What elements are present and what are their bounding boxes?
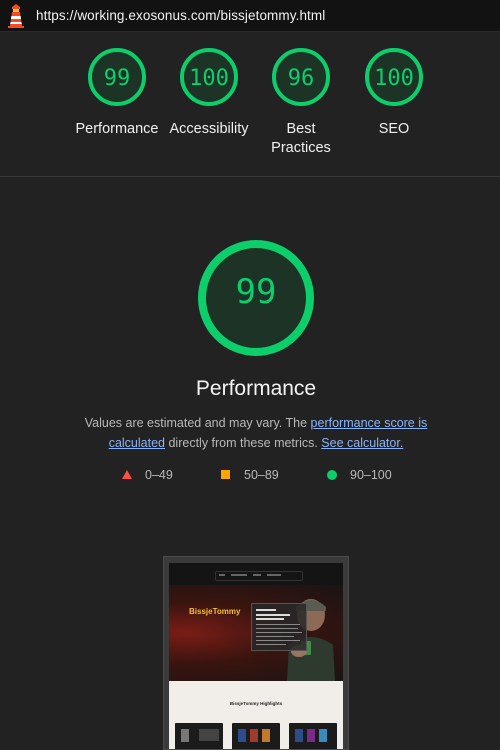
highlights-heading: BissjeTommy Highlights [229, 701, 283, 706]
highlight-tile [232, 723, 280, 749]
see-calculator-link[interactable]: See calculator. [321, 436, 403, 450]
category-summary: 99 Performance 100 Accessibility 96 Best… [0, 32, 500, 177]
gauge-score: 100 [374, 66, 414, 91]
final-screenshot[interactable]: BissjeTommy BissjeTommy Highlights [163, 556, 349, 750]
thumb-brand: BissjeTommy [189, 607, 241, 616]
gauge-label: Accessibility [169, 121, 249, 137]
gauge-performance[interactable]: 99 Performance [71, 46, 163, 139]
square-icon [221, 470, 230, 479]
gauge-accessibility[interactable]: 100 Accessibility [163, 46, 255, 139]
page-url[interactable]: https://working.exosonus.com/bissjetommy… [36, 8, 325, 23]
gauge-seo[interactable]: 100 SEO [348, 46, 440, 139]
gauge-score: 96 [287, 66, 315, 91]
screenshot-image: BissjeTommy BissjeTommy Highlights [169, 563, 343, 749]
triangle-icon [122, 470, 132, 479]
thumb-card [251, 603, 307, 651]
gauge-score: 100 [189, 66, 229, 91]
thumb-highlights: BissjeTommy Highlights [169, 681, 343, 749]
gauge-score: 99 [103, 66, 131, 91]
gauge-label: Best Practices [271, 121, 331, 156]
url-bar: https://working.exosonus.com/bissjetommy… [0, 0, 500, 32]
gauge-label: SEO [378, 121, 410, 137]
performance-title: Performance [195, 377, 317, 400]
highlight-tile [175, 723, 223, 749]
performance-gauge: 99 [196, 238, 316, 358]
performance-description: Values are estimated and may vary. The p… [84, 416, 428, 450]
lighthouse-icon [8, 4, 24, 28]
circle-icon [327, 470, 337, 480]
gauge-best-practices[interactable]: 96 Best Practices [255, 46, 347, 158]
highlight-tile [289, 723, 337, 749]
thumb-nav [215, 571, 303, 581]
performance-score: 99 [235, 272, 277, 312]
gauge-label: Performance [75, 121, 159, 137]
